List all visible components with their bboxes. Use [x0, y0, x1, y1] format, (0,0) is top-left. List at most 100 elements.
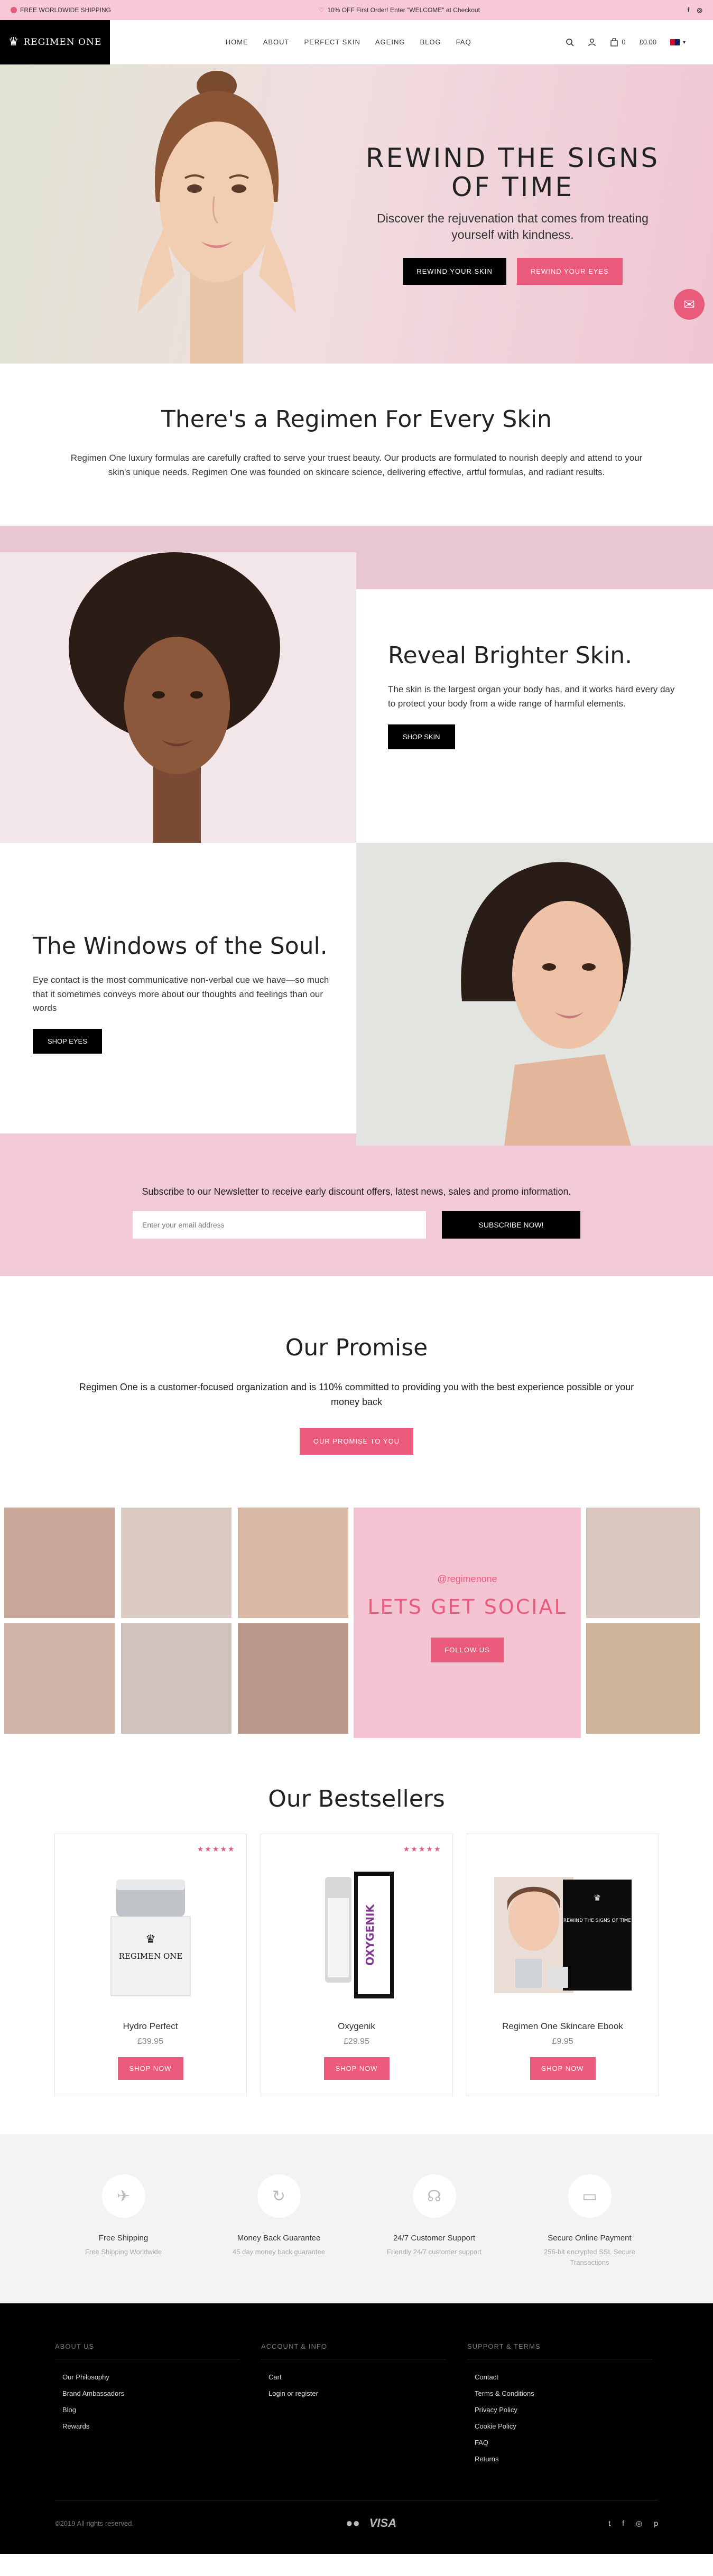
perk-title: Money Back Guarantee [237, 2234, 321, 2243]
hydro-perfect-image: REGIMEN ONE ♛ [71, 1864, 230, 2006]
nav-about[interactable]: ABOUT [263, 38, 290, 46]
instagram-photo[interactable] [586, 1623, 700, 1734]
follow-us-button[interactable]: FOLLOW US [431, 1638, 504, 1663]
promise-button[interactable]: OUR PROMISE TO YOU [299, 1428, 414, 1455]
instagram-photo[interactable] [586, 1508, 700, 1619]
header-tools: 0 £0.00 ▼ [566, 38, 687, 47]
pinterest-icon[interactable]: p [654, 2519, 658, 2528]
rating-stars: ★★★★★ [197, 1845, 236, 1854]
footer-link-ambassadors[interactable]: Brand Ambassadors [62, 2389, 240, 2397]
footer-link-login[interactable]: Login or register [268, 2389, 446, 2397]
instagram-photo[interactable] [4, 1508, 115, 1619]
skin-feature-text: Reveal Brighter Skin. The skin is the la… [356, 589, 713, 843]
instagram-photo[interactable] [238, 1623, 348, 1734]
search-icon[interactable] [566, 38, 574, 47]
shop-now-button[interactable]: SHOP NOW [530, 2057, 596, 2080]
footer-support: SUPPORT & TERMS Contact Terms & Conditio… [467, 2342, 652, 2471]
intro-body: Regimen One luxury formulas are carefull… [70, 453, 643, 478]
shop-skin-button[interactable]: SHOP SKIN [388, 724, 455, 750]
cart[interactable]: 0 [610, 38, 626, 47]
instagram-icon[interactable]: ◎ [636, 2519, 642, 2528]
promise-section: Our Promise Regimen One is a customer-fo… [0, 1276, 713, 1508]
bag-icon [610, 38, 618, 47]
nav-faq[interactable]: FAQ [456, 38, 471, 46]
perk-free-shipping: ✈ Free Shipping Free Shipping Worldwide [68, 2174, 179, 2303]
skin-feature-body: The skin is the largest organ your body … [388, 684, 675, 709]
footer-link-blog[interactable]: Blog [62, 2406, 240, 2414]
perk-subtitle: 45 day money back guarantee [233, 2248, 325, 2256]
nav-blog[interactable]: BLOG [420, 38, 441, 46]
shipping-text: FREE WORLDWIDE SHIPPING [20, 6, 112, 14]
perk-subtitle: 256-bit encrypted SSL Secure Transaction… [544, 2248, 635, 2266]
footer-bottom: ©2019 All rights reserved. ●● VISA t f ◎… [55, 2500, 658, 2530]
footer-link-rewards[interactable]: Rewards [62, 2422, 240, 2430]
instagram-photo[interactable] [4, 1623, 115, 1734]
product-card[interactable]: ♛ REWIND THE SIGNS OF TIME Regimen One S… [466, 1834, 659, 2097]
instagram-column [586, 1508, 700, 1738]
headset-icon: ☊ [412, 2174, 456, 2218]
bestsellers-section: Our Bestsellers ★★★★★ REGIMEN ONE ♛ Hydr… [0, 1738, 713, 2134]
eyes-feature-body: Eye contact is the most communicative no… [33, 975, 329, 1013]
eyes-feature-text: The Windows of the Soul. Eye contact is … [0, 843, 356, 1107]
shop-now-button[interactable]: SHOP NOW [323, 2057, 390, 2080]
nav-perfect-skin[interactable]: PERFECT SKIN [304, 38, 360, 46]
language-selector[interactable]: ▼ [670, 39, 687, 45]
intro-section: There's a Regimen For Every Skin Regimen… [0, 364, 713, 526]
newsletter-form: SUBSCRIBE NOW! [0, 1211, 713, 1239]
rewind-skin-button[interactable]: REWIND YOUR SKIN [403, 258, 506, 285]
shop-eyes-button[interactable]: SHOP EYES [33, 1029, 102, 1054]
facebook-icon[interactable]: f [688, 6, 690, 14]
product-name[interactable]: Oxygenik [261, 2021, 452, 2032]
social-section: @regimenone LETS GET SOCIAL FOLLOW US [0, 1508, 713, 1738]
instagram-photo[interactable] [238, 1508, 348, 1619]
globe-icon [11, 7, 17, 13]
oxygenik-box-label: OXYGENIK [364, 1904, 376, 1966]
hero-model-image [137, 71, 296, 364]
footer-link-cart[interactable]: Cart [268, 2373, 446, 2381]
footer-link-faq[interactable]: FAQ [475, 2439, 652, 2447]
logo[interactable]: ♛ REGIMEN ONE [0, 20, 110, 64]
footer-heading: ABOUT US [55, 2342, 240, 2360]
footer-link-contact[interactable]: Contact [475, 2373, 652, 2381]
nav-home[interactable]: HOME [226, 38, 248, 46]
main-nav: HOME ABOUT PERFECT SKIN AGEING BLOG FAQ [226, 38, 471, 46]
twitter-icon[interactable]: t [608, 2519, 610, 2528]
cart-count: 0 [622, 38, 626, 46]
instagram-photo[interactable] [121, 1623, 232, 1734]
product-name[interactable]: Hydro Perfect [55, 2021, 246, 2032]
footer-link-cookie[interactable]: Cookie Policy [475, 2422, 652, 2430]
subscribe-button[interactable]: SUBSCRIBE NOW! [442, 1211, 580, 1239]
nav-ageing[interactable]: AGEING [375, 38, 405, 46]
perk-title: Secure Online Payment [548, 2234, 632, 2243]
newsletter-text: Subscribe to our Newsletter to receive e… [142, 1186, 571, 1197]
cart-total[interactable]: £0.00 [640, 38, 657, 46]
email-input[interactable] [133, 1211, 426, 1239]
product-card[interactable]: ★★★★★ REGIMEN ONE ♛ Hydro Perfect £39.95… [54, 1834, 247, 2097]
product-card[interactable]: ★★★★★ OXYGENIK Oxygenik £29.95 SHOP NOW [260, 1834, 453, 2097]
site-header: ♛ REGIMEN ONE HOME ABOUT PERFECT SKIN AG… [0, 20, 713, 64]
messenger-icon[interactable]: ✉ [674, 289, 705, 320]
uk-flag-icon [670, 39, 680, 45]
instagram-photo[interactable] [121, 1508, 232, 1619]
social-title: LETS GET SOCIAL [367, 1595, 567, 1619]
rating-stars: ★★★★★ [403, 1845, 442, 1854]
heart-icon: ♡ [318, 6, 325, 14]
shop-now-button[interactable]: SHOP NOW [117, 2057, 183, 2080]
svg-text:♛: ♛ [145, 1932, 156, 1946]
copyright: ©2019 All rights reserved. [55, 2519, 134, 2527]
user-icon[interactable] [588, 38, 596, 47]
social-handle[interactable]: @regimenone [354, 1574, 581, 1585]
instagram-icon[interactable]: ◎ [697, 6, 702, 14]
product-name[interactable]: Regimen One Skincare Ebook [467, 2021, 659, 2032]
footer-link-terms[interactable]: Terms & Conditions [475, 2389, 652, 2397]
perk-subtitle: Free Shipping Worldwide [85, 2248, 162, 2256]
footer-link-returns[interactable]: Returns [475, 2455, 652, 2463]
rewind-eyes-button[interactable]: REWIND YOUR EYES [516, 258, 623, 285]
eyes-feature: The Windows of the Soul. Eye contact is … [0, 843, 713, 1146]
product-price: £39.95 [137, 2037, 163, 2047]
footer-link-philosophy[interactable]: Our Philosophy [62, 2373, 240, 2381]
footer-link-privacy[interactable]: Privacy Policy [475, 2406, 652, 2414]
facebook-icon[interactable]: f [622, 2519, 624, 2528]
oxygenik-image: OXYGENIK [277, 1864, 436, 2006]
hero-title: REWIND THE SIGNS OF TIME [365, 143, 660, 202]
